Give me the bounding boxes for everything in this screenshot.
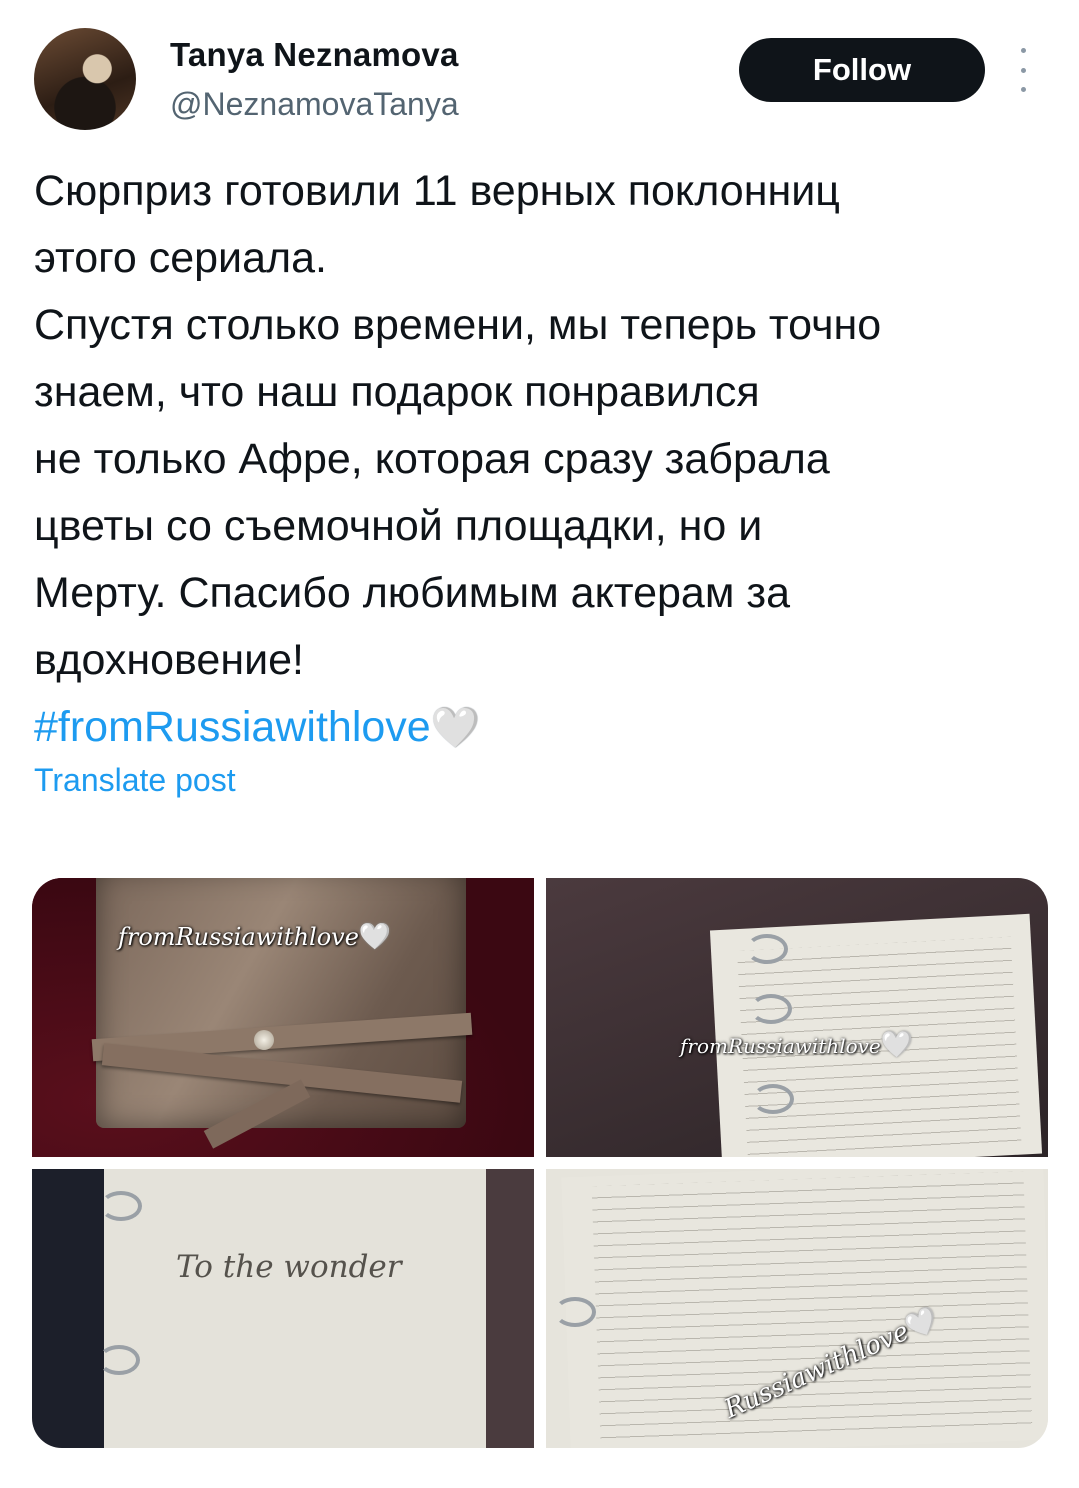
heart-icon: 🤍	[358, 922, 392, 952]
more-vertical-icon[interactable]	[1012, 48, 1034, 92]
watermark: fromRussiawithlove🤍	[680, 1030, 913, 1060]
follow-button[interactable]: Follow	[739, 38, 985, 102]
notebook-page	[104, 1169, 488, 1448]
journal-cover	[32, 1169, 104, 1448]
avatar[interactable]	[34, 28, 136, 130]
leather-journal-photo[interactable]: fromRussiawithlove🤍	[32, 878, 534, 1157]
binder-ring	[746, 934, 788, 964]
binder-ring	[98, 1345, 140, 1375]
notebook-page	[561, 1169, 1048, 1448]
snap-button	[254, 1030, 274, 1050]
journal-cover	[486, 1169, 534, 1448]
watermark-text: fromRussiawithlove	[118, 923, 359, 951]
media-grid: fromRussiawithlove🤍 fromRussiawithlove🤍 …	[32, 878, 1048, 1448]
author-handle[interactable]: @NeznamovaTanya	[170, 86, 459, 123]
hashtag-link[interactable]: #fromRussiawithlove	[34, 703, 431, 751]
watermark: fromRussiawithlove🤍	[118, 922, 391, 952]
post-text: Сюрприз готовили 11 верных поклонниц это…	[34, 158, 1044, 762]
binder-ring	[554, 1297, 596, 1327]
heart-icon: 🤍	[880, 1030, 914, 1060]
binder-ring	[100, 1191, 142, 1221]
white-heart-emoji: 🤍	[430, 706, 481, 750]
dedication-page-photo[interactable]: To the wonder	[32, 1169, 534, 1448]
blank-pages-photo[interactable]: Russiawithlove🤍	[546, 1169, 1048, 1448]
watermark-text: fromRussiawithlove	[680, 1034, 881, 1058]
post-body: Сюрприз готовили 11 верных поклонниц это…	[34, 167, 882, 684]
author-display-name[interactable]: Tanya Neznamova	[170, 36, 459, 74]
binder-ring	[752, 1084, 794, 1114]
lined-pages-photo[interactable]: fromRussiawithlove🤍	[546, 878, 1048, 1157]
binder-ring	[750, 994, 792, 1024]
dedication-inscription: To the wonder	[176, 1249, 402, 1285]
translate-post-link[interactable]: Translate post	[34, 762, 236, 799]
post-header: Tanya Neznamova @NeznamovaTanya Follow	[34, 28, 1054, 132]
